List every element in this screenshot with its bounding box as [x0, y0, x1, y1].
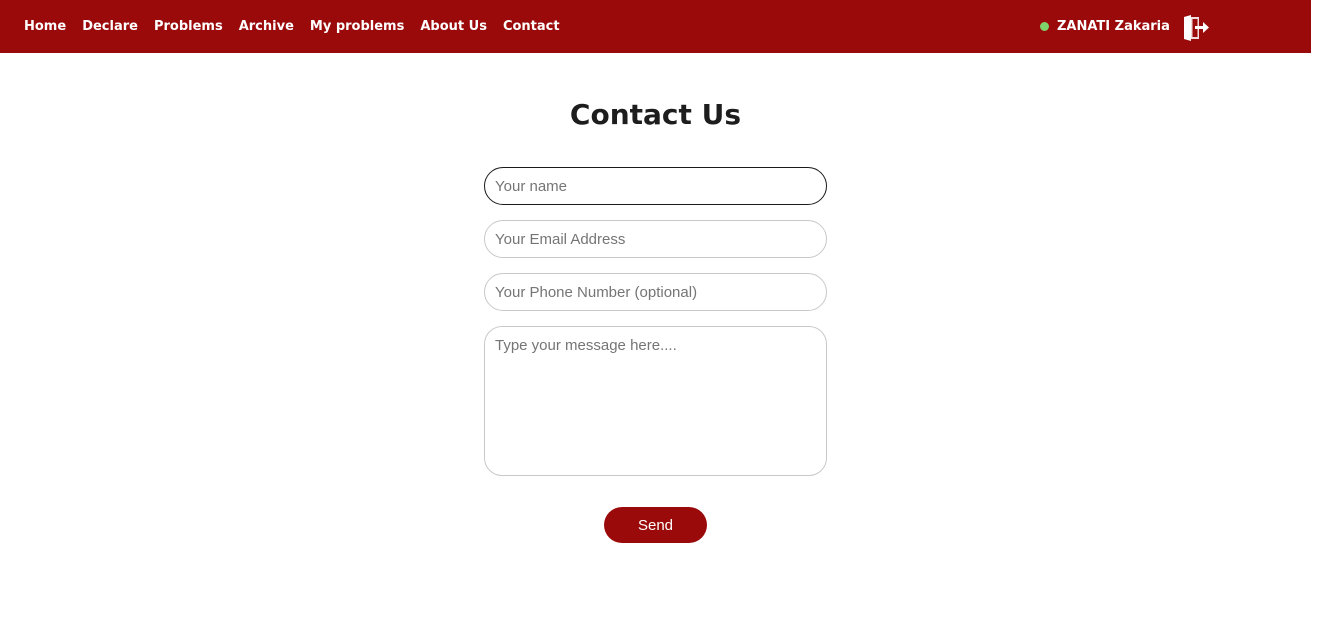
phone-input[interactable] [484, 273, 827, 311]
nav-contact[interactable]: Contact [503, 19, 560, 34]
user-name: ZANATI Zakaria [1057, 19, 1170, 34]
nav-about-us[interactable]: About Us [420, 19, 487, 34]
name-input[interactable] [484, 167, 827, 205]
top-navbar: Home Declare Problems Archive My problem… [0, 0, 1311, 53]
page-title: Contact Us [569, 98, 742, 131]
nav-declare[interactable]: Declare [82, 19, 138, 34]
send-button[interactable]: Send [604, 507, 707, 543]
nav-archive[interactable]: Archive [239, 19, 294, 34]
message-textarea[interactable] [484, 326, 827, 476]
online-status-icon [1040, 22, 1049, 31]
nav-links: Home Declare Problems Archive My problem… [24, 0, 576, 53]
nav-my-problems[interactable]: My problems [310, 19, 404, 34]
user-area: ZANATI Zakaria [1040, 0, 1170, 53]
nav-home[interactable]: Home [24, 19, 66, 34]
email-input[interactable] [484, 220, 827, 258]
nav-problems[interactable]: Problems [154, 19, 223, 34]
logout-door-icon[interactable] [1182, 14, 1212, 42]
